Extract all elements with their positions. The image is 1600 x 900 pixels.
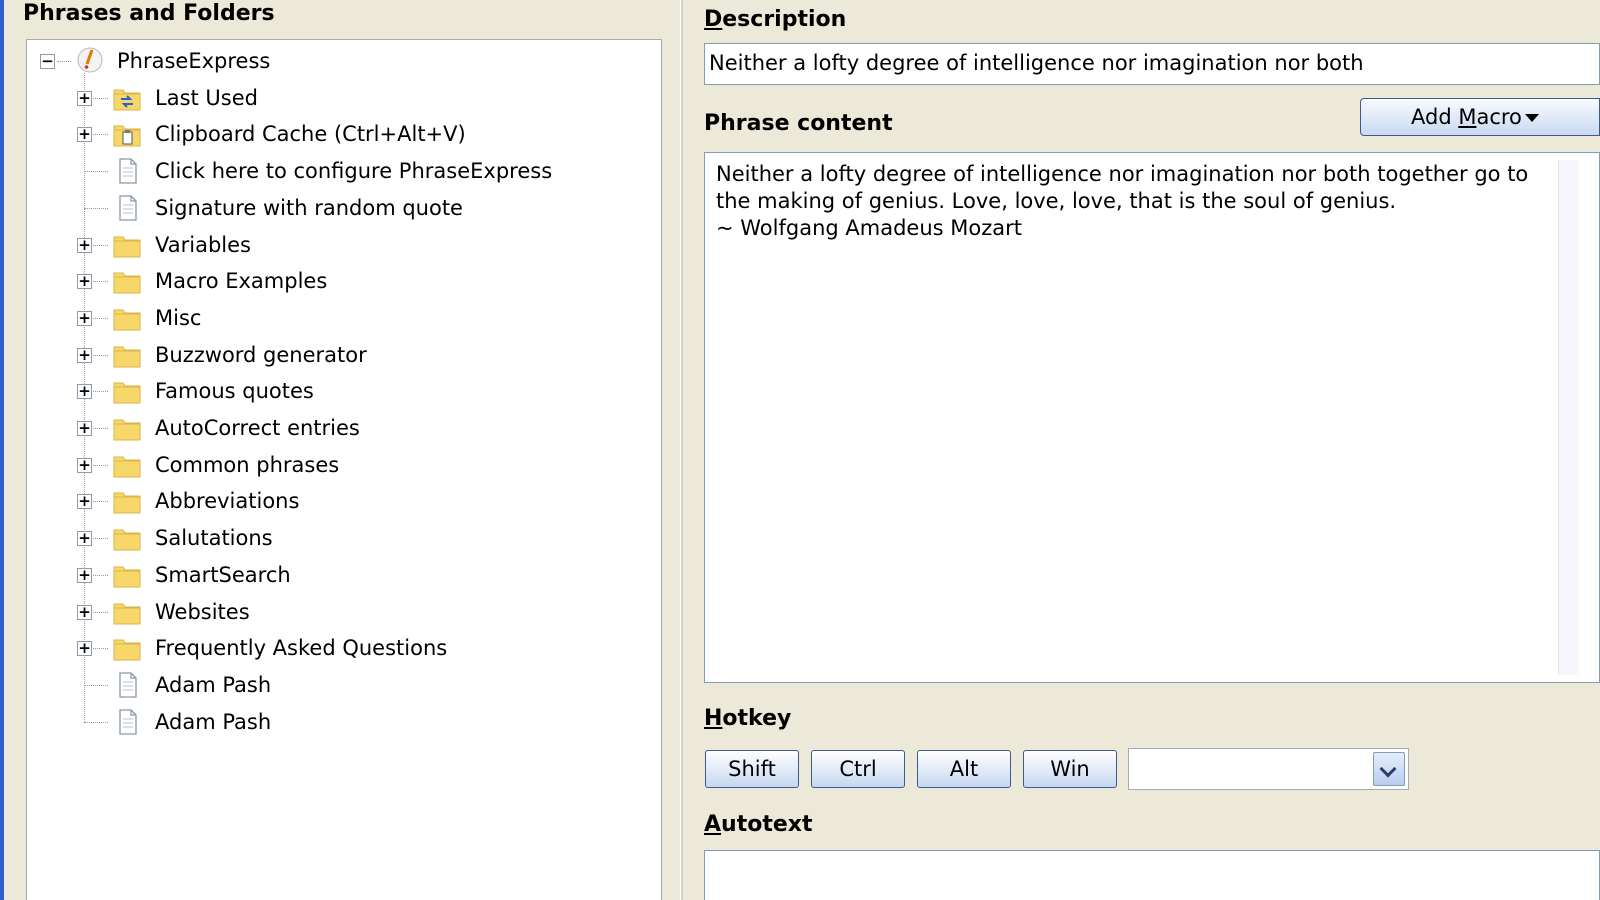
tree-connector [84, 721, 108, 723]
tree-item-label: Salutations [155, 526, 273, 551]
content-scrollbar[interactable] [1558, 160, 1579, 675]
tree-item[interactable]: + Variables [27, 227, 657, 263]
expand-toggle-icon[interactable]: + [77, 641, 92, 657]
tree-item-label: Frequently Asked Questions [155, 636, 448, 661]
folder-icon [112, 561, 142, 589]
folder-icon [112, 341, 142, 369]
hotkey-key-select[interactable] [1128, 748, 1409, 790]
phrase-tree[interactable]: − PhraseExpress + Last Used + Clipboard Cache… [26, 39, 662, 900]
combo-dropdown-button[interactable] [1373, 752, 1405, 786]
tree-item[interactable]: Signature with random quote [27, 190, 657, 226]
expand-toggle-icon[interactable]: + [77, 90, 92, 106]
expand-toggle-icon[interactable]: + [77, 310, 92, 326]
add-macro-button[interactable]: Add Macro [1360, 98, 1600, 136]
folder-icon [112, 451, 142, 479]
folder-icon [112, 598, 142, 626]
tree-item-label: Famous quotes [155, 379, 314, 404]
clipboard-folder-icon [112, 120, 142, 148]
tree-item[interactable]: Click here to configure PhraseExpress [27, 153, 657, 189]
tree-item[interactable]: + Common phrases [27, 447, 657, 483]
folder-icon [112, 414, 142, 442]
description-label: Description [704, 7, 847, 32]
tree-item[interactable]: + Clipboard Cache (Ctrl+Alt+V) [27, 116, 657, 152]
tree-item-label: Common phrases [155, 452, 340, 477]
tree-item-label: Misc [155, 305, 202, 330]
tree-item-label: Websites [155, 599, 250, 624]
folder-icon [112, 487, 142, 515]
expand-toggle-icon[interactable]: + [77, 274, 92, 290]
dropdown-arrow-icon [1525, 114, 1539, 122]
tree-item-label: Last Used [155, 85, 258, 110]
tree-item-label: Abbreviations [155, 489, 300, 514]
tree-item-label: SmartSearch [155, 562, 291, 587]
autotext-input[interactable] [704, 850, 1600, 900]
tree-item[interactable]: + Misc [27, 300, 657, 336]
panel-title: Phrases and Folders [23, 1, 275, 26]
phrase-editor: Description Neither a lofty degree of in… [682, 0, 1600, 900]
expand-toggle-icon[interactable]: + [77, 494, 92, 510]
expand-toggle-icon[interactable]: + [77, 127, 92, 143]
folder-icon [112, 634, 142, 662]
tree-item-label: Signature with random quote [155, 195, 463, 220]
tree-connector [84, 684, 108, 686]
document-icon [112, 194, 142, 222]
folder-icon [112, 304, 142, 332]
tree-item-label: AutoCorrect entries [155, 416, 360, 440]
expand-toggle-icon[interactable]: + [77, 457, 92, 473]
tree-item[interactable]: + AutoCorrect entries [27, 410, 657, 446]
tree-item[interactable]: + Last Used [27, 80, 657, 116]
tree-connector [84, 207, 108, 209]
document-icon [112, 708, 142, 736]
last-used-folder-icon [112, 84, 142, 112]
tree-item-label: Variables [155, 232, 251, 257]
expand-toggle-icon[interactable]: + [77, 604, 92, 620]
folder-icon [112, 267, 142, 295]
tree-item-label: Click here to configure PhraseExpress [155, 159, 553, 184]
expand-toggle-icon[interactable]: + [77, 384, 92, 400]
expand-toggle-icon[interactable]: + [77, 531, 92, 547]
document-icon [112, 671, 142, 699]
tree-item[interactable]: + Famous quotes [27, 373, 657, 409]
tree-connector [57, 61, 71, 62]
tree-item-label: Adam Pash [155, 709, 272, 734]
hotkey-label: Hotkey [704, 706, 792, 731]
tree-item[interactable]: + Macro Examples [27, 263, 657, 299]
tree-item[interactable]: Adam Pash [27, 704, 657, 740]
tree-item-label: Macro Examples [155, 269, 328, 294]
tree-item[interactable]: + Frequently Asked Questions [27, 630, 657, 666]
folder-icon [112, 524, 142, 552]
tree-item[interactable]: + SmartSearch [27, 557, 657, 593]
phrase-content-label: Phrase content [704, 111, 893, 136]
tree-item-label: Clipboard Cache (Ctrl+Alt+V) [155, 122, 466, 147]
document-icon [112, 157, 142, 185]
collapse-toggle-icon[interactable]: − [40, 54, 55, 69]
alt-toggle-button[interactable]: Alt [917, 750, 1011, 788]
tree-item[interactable]: + Buzzword generator [27, 337, 657, 373]
tree-connector [84, 171, 108, 173]
shift-toggle-button[interactable]: Shift [705, 750, 799, 788]
tree-item[interactable]: + Salutations [27, 520, 657, 556]
tree-item[interactable]: + Abbreviations [27, 483, 657, 519]
expand-toggle-icon[interactable]: + [77, 567, 92, 583]
tree-item[interactable]: + Websites [27, 594, 657, 630]
phrase-content-textarea[interactable]: Neither a lofty degree of intelligence n… [704, 152, 1600, 683]
win-toggle-button[interactable]: Win [1023, 750, 1117, 788]
expand-toggle-icon[interactable]: + [77, 421, 92, 436]
phrases-panel: Phrases and Folders − PhraseExpress + Last … [4, 0, 680, 900]
description-input[interactable]: Neither a lofty degree of intelligence n… [704, 43, 1600, 85]
folder-icon [112, 231, 142, 259]
folder-icon [112, 377, 142, 405]
expand-toggle-icon[interactable]: + [77, 347, 92, 363]
tree-root-label[interactable]: PhraseExpress [117, 43, 270, 79]
tree-item-label: Buzzword generator [155, 342, 367, 367]
autotext-label: Autotext [704, 812, 813, 837]
chevron-down-icon [1379, 760, 1397, 778]
expand-toggle-icon[interactable]: + [77, 237, 92, 253]
tree-item[interactable]: Adam Pash [27, 667, 657, 703]
ctrl-toggle-button[interactable]: Ctrl [811, 750, 905, 788]
phraseexpress-logo-icon [75, 46, 105, 74]
tree-item-label: Adam Pash [155, 672, 272, 697]
